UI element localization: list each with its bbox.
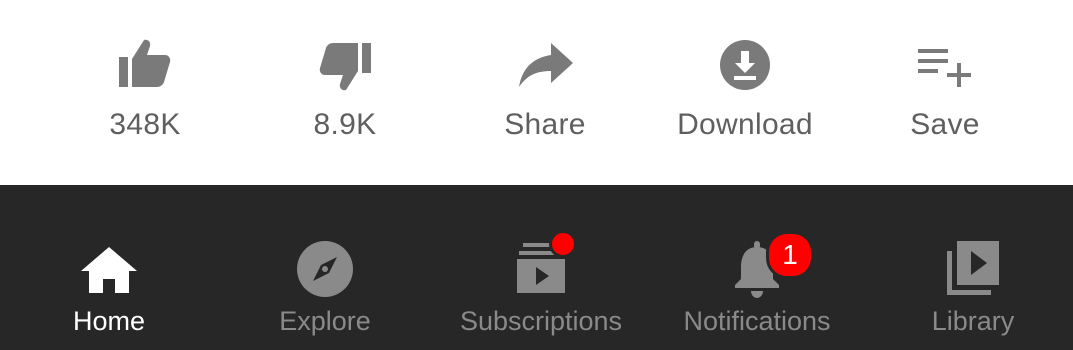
like-button[interactable]: 348K [45, 0, 245, 185]
nav-subscriptions[interactable]: Subscriptions [436, 185, 646, 350]
dislike-button[interactable]: 8.9K [245, 0, 445, 185]
thumbs-down-icon [315, 35, 375, 95]
share-button[interactable]: Share [445, 0, 645, 185]
notification-count-badge: 1 [766, 231, 814, 279]
new-content-dot [549, 230, 577, 258]
nav-library[interactable]: Library [868, 185, 1073, 350]
download-button[interactable]: Download [645, 0, 845, 185]
app-screen: 348K 8.9K Share Download Save Home Explo… [0, 0, 1073, 350]
nav-notifications-label: Notifications [683, 306, 831, 336]
save-label: Save [910, 108, 980, 141]
nav-library-label: Library [931, 306, 1015, 336]
nav-explore-label: Explore [279, 306, 371, 336]
video-actions-bar: 348K 8.9K Share Download Save [0, 0, 1073, 185]
nav-notifications[interactable]: 1 Notifications [652, 185, 862, 350]
library-icon [941, 237, 1005, 301]
thumbs-up-icon [115, 35, 175, 95]
download-icon [715, 35, 775, 95]
like-count: 348K [109, 108, 181, 141]
share-arrow-icon [515, 35, 575, 95]
nav-explore[interactable]: Explore [220, 185, 430, 350]
nav-home[interactable]: Home [4, 185, 214, 350]
save-button[interactable]: Save [845, 0, 1045, 185]
home-icon [77, 237, 141, 301]
playlist-add-icon [915, 35, 975, 95]
compass-icon [293, 237, 357, 301]
nav-home-label: Home [72, 306, 146, 336]
download-label: Download [677, 108, 813, 141]
nav-subscriptions-label: Subscriptions [459, 306, 623, 336]
bottom-navigation: Home Explore Subscriptions 1 Notificatio… [0, 185, 1073, 350]
share-label: Share [504, 108, 586, 141]
dislike-count: 8.9K [313, 108, 377, 141]
